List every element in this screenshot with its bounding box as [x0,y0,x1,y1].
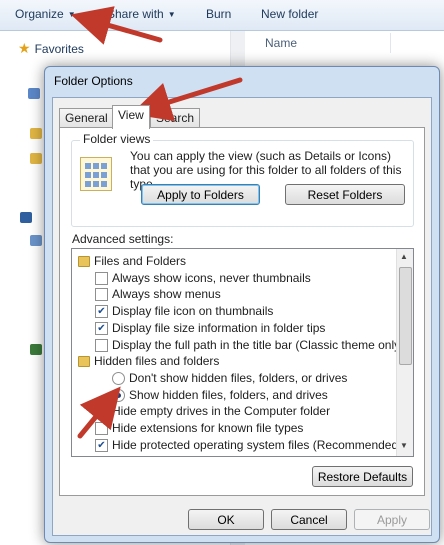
radio-button[interactable] [112,371,125,385]
dialog-title: Folder Options [54,74,133,88]
dialog-body: General View Search Folder views You can… [52,97,432,536]
organize-menu[interactable]: Organize ▼ [15,7,76,21]
checkbox-checked[interactable]: ✔ [95,305,108,319]
apply-button[interactable]: Apply [354,509,430,530]
reset-folders-button[interactable]: Reset Folders [285,184,405,205]
cancel-button[interactable]: Cancel [271,509,347,530]
settings-item-label: Display file icon on thumbnails [112,304,274,319]
column-header-name[interactable]: Name [265,36,297,50]
star-icon: ★ [18,40,31,56]
new-folder-button[interactable]: New folder [261,7,318,21]
settings-item-label: Files and Folders [94,254,187,268]
favorites-item[interactable]: ★ Favorites [18,40,84,57]
scroll-thumb[interactable] [399,267,412,365]
folder-views-label: Folder views [80,132,154,146]
folder-views-icon [80,157,112,191]
advanced-settings-list[interactable]: ✔ Hide protected operating system files (… [71,248,414,457]
checkbox-checked[interactable]: ✔ [95,321,108,335]
view-tab-panel: Folder views You can apply the view (suc… [59,127,425,496]
burn-button[interactable]: Burn [206,7,231,21]
settings-item-label: Show hidden files, folders, and drives [129,387,328,402]
settings-item-label: Always show menus [112,287,221,302]
column-separator [390,33,391,53]
tab-general[interactable]: General [59,108,114,128]
advanced-settings-scrollbar[interactable]: ▲ ▼ [396,249,413,456]
tab-view[interactable]: View [112,105,150,129]
settings-item-label: Display the full path in the title bar (… [112,337,405,352]
folder-icon [28,88,40,99]
folder-icon [30,128,42,139]
folder-icon [78,256,90,267]
chevron-down-icon: ▼ [67,10,76,19]
checkbox[interactable] [95,422,108,435]
folder-views-group: Folder views You can apply the view (suc… [71,132,414,227]
settings-item-label: Display file size information in folder … [112,320,326,335]
settings-item-label: Hide empty drives in the Computer folder [112,404,331,419]
settings-item-label: Always show icons, never thumbnails [112,270,311,285]
network-icon [30,344,42,355]
checkbox[interactable] [95,338,108,352]
settings-item-label: Hide protected operating system files (R… [112,437,403,452]
apply-to-folders-button[interactable]: Apply to Folders [141,184,260,205]
checkbox[interactable] [95,288,108,302]
explorer-toolbar: Organize ▼ Share with ▼ Burn New folder [0,0,444,31]
favorites-label: Favorites [34,42,84,56]
share-with-label: Share with [107,7,164,21]
drive-icon [30,235,42,246]
scroll-up-icon[interactable]: ▲ [400,252,408,261]
checkbox[interactable] [95,405,108,419]
restore-defaults-button[interactable]: Restore Defaults [312,466,413,487]
checkbox[interactable] [95,271,108,285]
settings-item-label: Don't show hidden files, folders, or dri… [129,370,348,385]
settings-item-label: Hide extensions for known file types [112,421,304,435]
computer-icon [20,212,32,223]
share-with-menu[interactable]: Share with ▼ [107,7,176,21]
chevron-down-icon: ▼ [167,10,176,19]
advanced-settings-label: Advanced settings: [72,232,174,246]
scroll-down-icon[interactable]: ▼ [400,441,408,450]
folder-icon [30,153,42,164]
tab-search[interactable]: Search [150,108,201,128]
settings-item-label: Hidden files and folders [94,354,220,369]
folder-icon [78,356,90,368]
checkbox-checked[interactable]: ✔ [95,438,108,452]
ok-button[interactable]: OK [188,509,264,530]
radio-selected[interactable] [112,388,125,402]
organize-label: Organize [15,7,64,21]
folder-options-dialog: Folder Options General View Search Folde… [44,66,440,543]
